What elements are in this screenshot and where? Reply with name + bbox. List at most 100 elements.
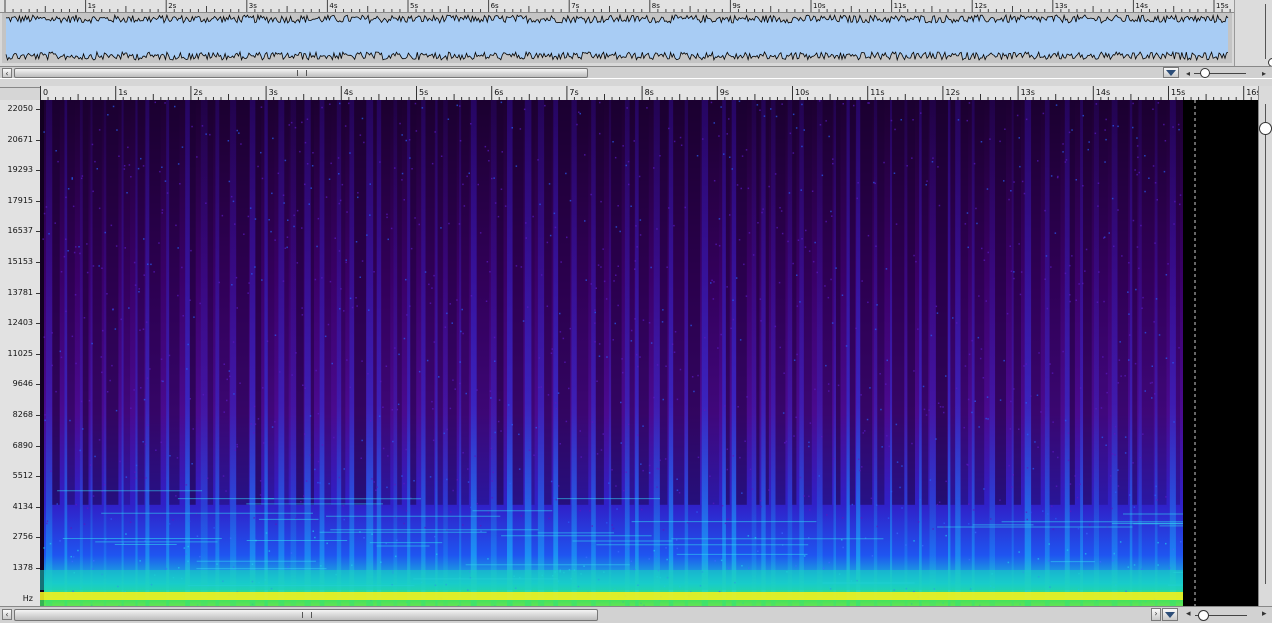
transient-stripe: [215, 100, 219, 606]
overview-ruler-label: 9s: [732, 2, 740, 10]
low-frequency-band: [40, 570, 1183, 590]
overview-ruler-label: 4s: [329, 2, 337, 10]
overview-time-ruler[interactable]: 1s2s3s4s5s6s7s8s9s10s11s12s13s14s15s: [0, 0, 1236, 13]
triangle-down-icon: [1165, 612, 1175, 618]
overview-waveform[interactable]: [2, 13, 1232, 63]
frequency-label: 6890: [13, 442, 33, 450]
transient-stripe: [278, 100, 284, 606]
time-ruler[interactable]: 01s2s3s4s5s6s7s8s9s10s11s12s13s14s15s16s: [40, 86, 1258, 101]
overview-dropdown-button[interactable]: [1163, 67, 1179, 78]
overview-scroll-thumb[interactable]: [14, 68, 588, 78]
waveform-graphic: [2, 13, 1232, 63]
vertical-zoom-panel[interactable]: [1258, 86, 1272, 606]
transient-stripe: [990, 100, 996, 606]
spectrogram-view[interactable]: [40, 100, 1258, 606]
transient-stripe: [625, 100, 630, 606]
zoom-in-icon[interactable]: ▸: [1262, 69, 1266, 78]
vertical-zoom-track: [1265, 104, 1266, 584]
transient-stripe: [1139, 100, 1142, 606]
transient-stripe: [201, 100, 208, 606]
transient-stripe: [305, 100, 311, 606]
frequency-label: 8268: [13, 411, 33, 419]
transient-stripe: [948, 100, 950, 606]
frequency-label: 9646: [13, 380, 33, 388]
frequency-label: 22050: [8, 105, 33, 113]
transient-stripe: [591, 100, 596, 606]
overview-ruler-label: 8s: [652, 2, 660, 10]
time-ruler-label: 12s: [945, 88, 959, 97]
time-ruler-label: 10s: [795, 88, 809, 97]
transient-stripe: [46, 100, 52, 606]
scroll-left-button[interactable]: ‹: [2, 68, 12, 78]
transient-stripe: [264, 100, 267, 606]
transient-stripe: [930, 100, 936, 606]
main-zoom-in-icon[interactable]: ▸: [1262, 609, 1267, 619]
frequency-label: 5512: [13, 472, 33, 480]
frequency-axis: 2205020671192931791516537151531378112403…: [0, 100, 41, 606]
main-zoom-out-icon[interactable]: ◂: [1186, 609, 1191, 619]
transient-stripe: [553, 100, 558, 606]
transient-stripe: [572, 100, 577, 606]
transient-stripe: [1130, 100, 1133, 606]
transient-stripe: [1170, 100, 1176, 606]
main-scroll-right-button[interactable]: ›: [1151, 608, 1161, 621]
overview-ruler-label: 15s: [1216, 2, 1229, 10]
overview-vertical-zoom[interactable]: [1234, 0, 1272, 66]
transient-stripe: [635, 100, 639, 606]
transient-stripe: [955, 100, 960, 606]
overview-ruler-label: 13s: [1055, 2, 1068, 10]
time-ruler-label: 3s: [269, 88, 278, 97]
time-ruler-ticks: 01s2s3s4s5s6s7s8s9s10s11s12s13s14s15s16s: [40, 86, 1258, 100]
time-ruler-label: 11s: [870, 88, 884, 97]
overview-ruler-label: 1s: [88, 2, 96, 10]
transient-stripe: [104, 100, 107, 606]
thumb-grip-icon: [297, 70, 307, 76]
post-audio-region: [1183, 100, 1258, 606]
transient-stripe: [1065, 100, 1070, 606]
frequency-label: Hz: [23, 595, 33, 603]
transient-stripe: [65, 100, 68, 606]
time-ruler-label: 8s: [645, 88, 654, 97]
time-ruler-label: 9s: [720, 88, 729, 97]
transient-stripe: [722, 100, 726, 606]
transient-stripe: [1112, 100, 1118, 606]
overview-ruler-label: 3s: [249, 2, 257, 10]
zoom-out-icon[interactable]: ◂: [1186, 69, 1190, 78]
transient-stripe: [702, 100, 708, 606]
frequency-label: 16537: [8, 227, 33, 235]
transient-stripe: [320, 100, 325, 606]
transient-stripe: [145, 100, 149, 606]
transient-stripe: [799, 100, 804, 606]
time-ruler-label: 2s: [193, 88, 202, 97]
triangle-down-icon: [1166, 70, 1176, 76]
transient-stripe: [752, 100, 757, 606]
overview-ruler-label: 10s: [813, 2, 826, 10]
frequency-label: 20671: [8, 136, 33, 144]
overview-ruler-label: 12s: [974, 2, 987, 10]
time-ruler-label: 6s: [494, 88, 503, 97]
spectrogram-graphic: [40, 100, 1258, 606]
main-scroll-left-button[interactable]: ‹: [2, 609, 12, 620]
main-scroll-thumb[interactable]: [14, 609, 598, 621]
frequency-label: 12403: [8, 319, 33, 327]
transient-stripe: [732, 100, 737, 606]
overview-ruler-label: 11s: [894, 2, 907, 10]
overview-ruler-label: 14s: [1135, 2, 1148, 10]
transient-stripe: [685, 100, 688, 606]
time-ruler-label: 4s: [344, 88, 353, 97]
frequency-label: 13781: [8, 289, 33, 297]
zoom-slider-icon[interactable]: [1200, 68, 1210, 78]
main-dropdown-button[interactable]: [1162, 608, 1178, 621]
transient-stripe: [122, 100, 124, 606]
transient-stripe: [1012, 100, 1014, 606]
transient-stripe: [654, 100, 660, 606]
frequency-label: 19293: [8, 166, 33, 174]
vertical-zoom-knob-icon[interactable]: [1259, 122, 1272, 135]
main-zoom-slider-icon[interactable]: [1198, 610, 1209, 621]
main-horizontal-scrollbar[interactable]: ‹ › ◂ ▸: [0, 606, 1272, 623]
transient-stripe: [250, 100, 256, 606]
transient-stripe: [230, 100, 236, 606]
transient-stripe: [1080, 100, 1083, 606]
frequency-label: 17915: [8, 197, 33, 205]
overview-ruler-label: 6s: [491, 2, 499, 10]
